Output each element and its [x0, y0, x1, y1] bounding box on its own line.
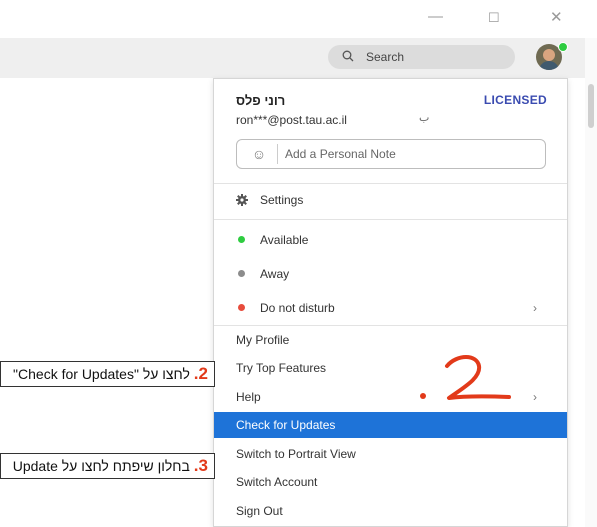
menu-item-label: My Profile [236, 333, 290, 347]
maximize-button[interactable]: ☐ [488, 10, 500, 26]
status-label: Available [260, 233, 309, 247]
divider [214, 183, 567, 184]
smiley-icon[interactable]: ☺ [241, 144, 278, 164]
online-status-dot [558, 42, 568, 52]
menu-item-label: Help [236, 390, 261, 404]
step-text: בחלון שיפתח לחצו על Update [12, 458, 190, 474]
handwritten-step-marker [420, 355, 511, 400]
chevron-right-icon: › [533, 390, 537, 404]
menu-item-label: Switch Account [236, 475, 318, 489]
menu-item-sign-out[interactable]: Sign Out [214, 498, 567, 524]
menu-item-label: Check for Updates [236, 418, 336, 432]
personal-note-field[interactable]: ☺ [236, 139, 546, 169]
instruction-step-2: 2. לחצו על "Check for Updates" [0, 361, 215, 387]
minimize-button[interactable]: — [428, 8, 443, 25]
status-away[interactable]: Away [214, 261, 567, 287]
search-button[interactable]: Search [328, 45, 515, 69]
user-email: ron***@post.tau.ac.il [236, 113, 347, 127]
menu-item-check-for-updates[interactable]: Check for Updates [214, 412, 567, 438]
step-number: 2. [193, 364, 208, 383]
profile-mark: ب [419, 112, 430, 124]
menu-item-label: Switch to Portrait View [236, 447, 356, 461]
menu-item-settings[interactable]: Settings [214, 187, 567, 213]
avatar-face [543, 49, 555, 61]
avatar-body [539, 61, 559, 70]
away-status-dot [238, 270, 245, 277]
gear-icon [236, 194, 248, 206]
step-number: 3. [193, 456, 208, 475]
settings-label: Settings [260, 193, 304, 207]
status-label: Away [260, 267, 290, 281]
menu-item-label: Sign Out [236, 504, 283, 518]
status-label: Do not disturb [260, 301, 335, 315]
menu-item-my-profile[interactable]: My Profile [214, 327, 567, 353]
menu-item-switch-to-portrait-view[interactable]: Switch to Portrait View [214, 441, 567, 467]
status-do-not-disturb[interactable]: Do not disturb › [214, 295, 567, 321]
divider [214, 325, 567, 326]
status-available[interactable]: Available [214, 227, 567, 253]
menu-item-label: Try Top Features [236, 361, 327, 375]
search-label: Search [366, 50, 405, 64]
menu-item-switch-account[interactable]: Switch Account [214, 469, 567, 495]
dnd-status-dot [238, 304, 245, 311]
close-button[interactable]: ✕ [550, 8, 563, 26]
user-name: רוני פלס [236, 93, 286, 108]
search-icon [342, 50, 354, 62]
personal-note-input[interactable] [285, 143, 535, 165]
instruction-step-3: 3. בחלון שיפתח לחצו על Update [0, 453, 215, 479]
available-status-dot [238, 236, 245, 243]
divider [214, 219, 567, 220]
step-text: לחצו על "Check for Updates" [13, 366, 190, 382]
scrollbar-thumb[interactable] [588, 84, 594, 128]
license-badge: LICENSED [483, 93, 547, 107]
chevron-right-icon: › [533, 301, 537, 315]
profile-menu: רוני פלס LICENSED ron***@post.tau.ac.il … [213, 78, 568, 527]
